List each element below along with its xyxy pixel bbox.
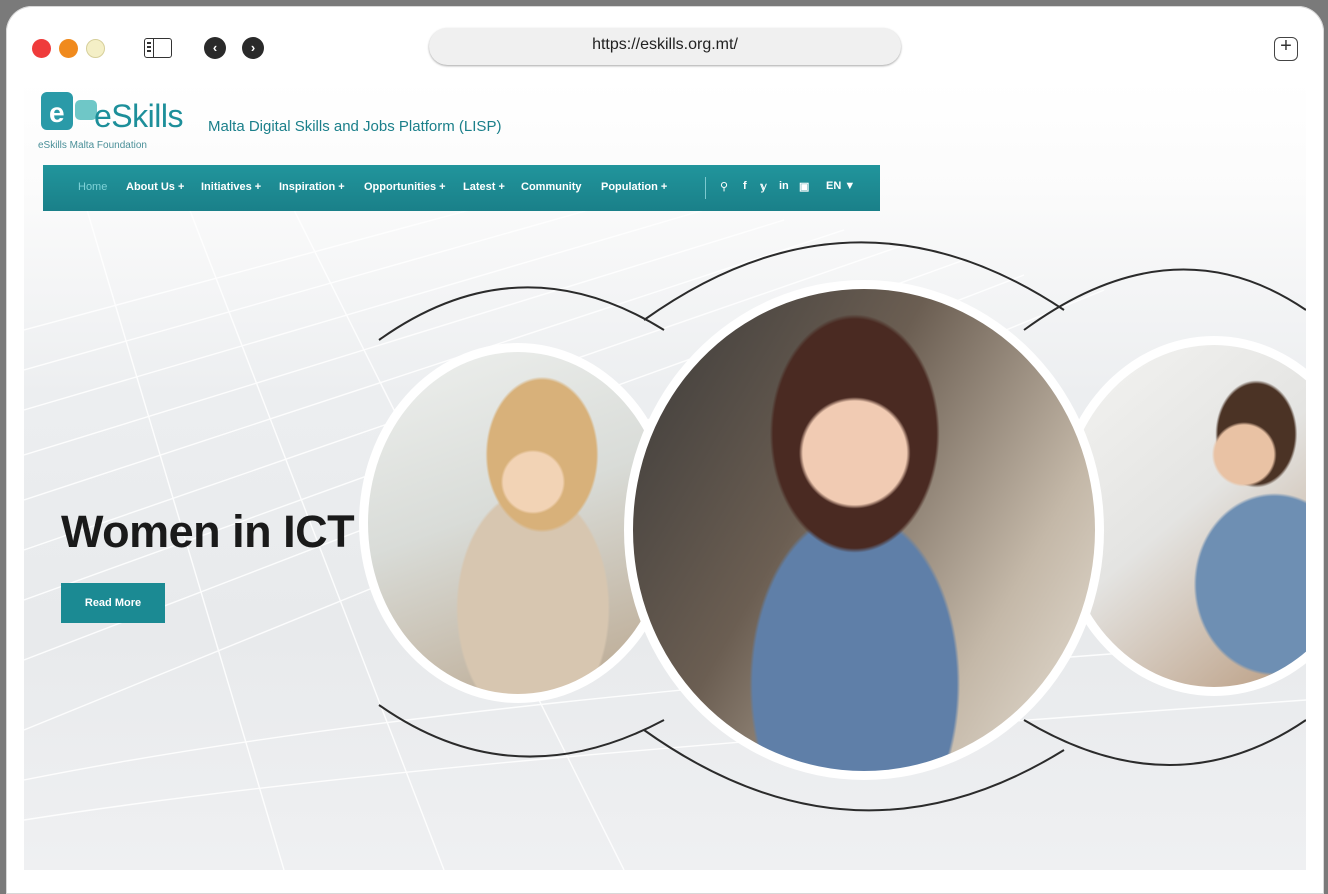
nav-item-latest[interactable]: Latest + xyxy=(463,181,505,193)
browser-toolbar: ‹ › https://eskills.org.mt/ + xyxy=(6,6,1324,86)
svg-text:e: e xyxy=(49,97,65,128)
forward-button[interactable]: › xyxy=(242,37,264,59)
logo-wordmark[interactable]: eSkills xyxy=(94,98,183,135)
address-bar[interactable]: https://eskills.org.mt/ xyxy=(429,28,901,65)
main-navigation: Home About Us + Initiatives + Inspiratio… xyxy=(43,165,880,211)
zoom-window-button[interactable] xyxy=(86,39,105,58)
back-button[interactable]: ‹ xyxy=(204,37,226,59)
linkedin-icon[interactable]: in xyxy=(779,180,789,192)
new-tab-button[interactable]: + xyxy=(1274,35,1298,61)
youtube-icon[interactable]: ▣ xyxy=(799,180,809,193)
search-icon[interactable]: ⚲ xyxy=(720,180,728,193)
nav-item-community[interactable]: Community xyxy=(521,181,582,193)
site-header: e eSkills eSkills Malta Foundation Malta… xyxy=(24,80,1306,211)
hero-photo-smiling-woman xyxy=(624,280,1104,780)
nav-item-initiatives[interactable]: Initiatives + xyxy=(201,181,261,193)
facebook-icon[interactable]: f xyxy=(743,180,747,192)
logo-subtitle: eSkills Malta Foundation xyxy=(38,140,147,151)
hero-title: Women in ICT xyxy=(61,506,355,557)
nav-item-home[interactable]: Home xyxy=(78,181,107,193)
twitter-icon[interactable]: 𝕪 xyxy=(760,180,767,193)
sidebar-toggle-icon[interactable] xyxy=(144,38,172,58)
nav-item-inspiration[interactable]: Inspiration + xyxy=(279,181,345,193)
web-page: e eSkills eSkills Malta Foundation Malta… xyxy=(24,80,1306,870)
language-selector[interactable]: EN ▼ xyxy=(826,180,855,192)
site-tagline: Malta Digital Skills and Jobs Platform (… xyxy=(208,118,502,135)
browser-window: ‹ › https://eskills.org.mt/ + e eSkills … xyxy=(6,6,1324,894)
close-window-button[interactable] xyxy=(32,39,51,58)
plus-icon: + xyxy=(1280,35,1292,57)
eskills-logo-icon[interactable]: e xyxy=(41,92,99,138)
nav-divider xyxy=(705,177,706,199)
nav-item-population[interactable]: Population + xyxy=(601,181,667,193)
read-more-button[interactable]: Read More xyxy=(61,583,165,623)
minimize-window-button[interactable] xyxy=(59,39,78,58)
nav-item-opportunities[interactable]: Opportunities + xyxy=(364,181,446,193)
nav-item-about-us[interactable]: About Us + xyxy=(126,181,184,193)
